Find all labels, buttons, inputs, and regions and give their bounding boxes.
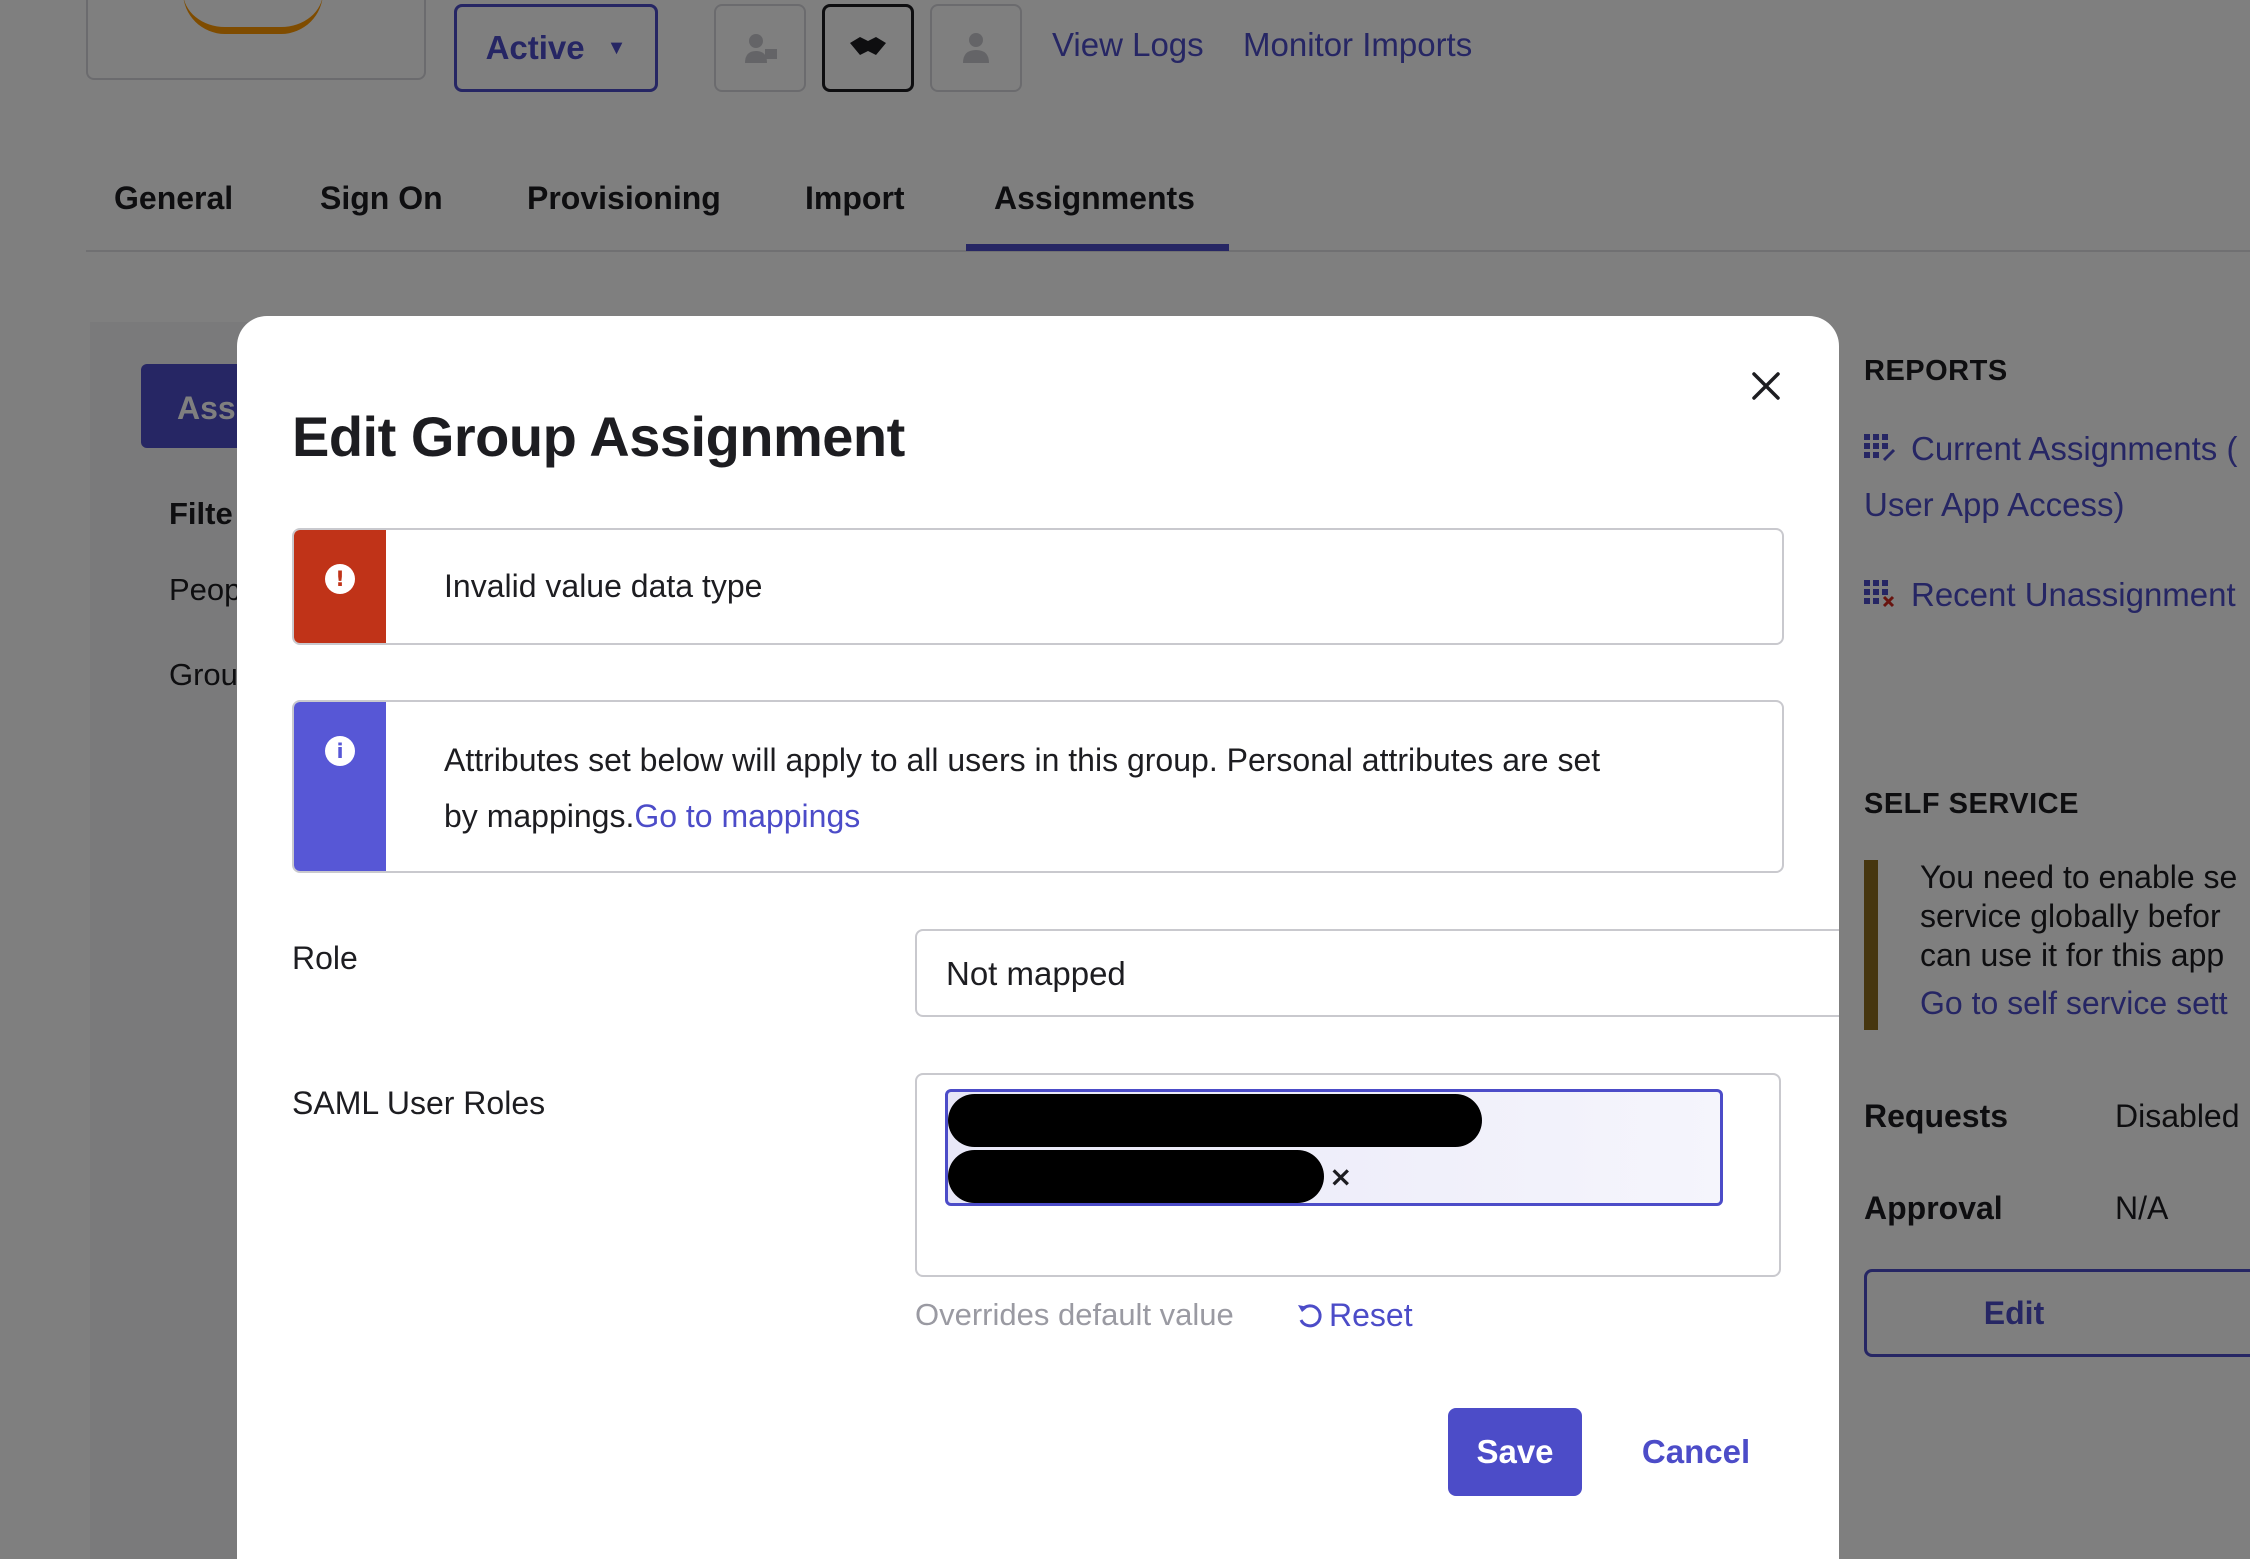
- redacted-role-value: [948, 1150, 1324, 1203]
- reset-icon: [1298, 1303, 1322, 1327]
- reset-label: Reset: [1329, 1297, 1413, 1333]
- overrides-default-hint: Overrides default value: [915, 1297, 1234, 1332]
- go-to-mappings-link[interactable]: Go to mappings: [634, 798, 860, 834]
- info-callout: i Attributes set below will apply to all…: [292, 700, 1784, 873]
- dialog-title: Edit Group Assignment: [292, 405, 905, 468]
- error-stripe: !: [294, 530, 386, 643]
- info-stripe: i: [294, 702, 386, 871]
- info-message: Attributes set below will apply to all u…: [444, 732, 1600, 844]
- save-button[interactable]: Save: [1448, 1408, 1582, 1496]
- error-message: Invalid value data type: [444, 568, 763, 604]
- chip-remove-icon[interactable]: ×: [1329, 1160, 1352, 1193]
- info-message-line1: Attributes set below will apply to all u…: [444, 742, 1601, 778]
- saml-user-roles-label: SAML User Roles: [292, 1085, 546, 1121]
- close-icon[interactable]: [1750, 370, 1782, 402]
- role-select[interactable]: Not mapped: [915, 929, 1839, 1017]
- cancel-button[interactable]: Cancel: [1620, 1408, 1772, 1496]
- error-callout: ! Invalid value data type: [292, 528, 1784, 645]
- error-icon: !: [325, 564, 355, 594]
- info-message-line2: by mappings.: [444, 798, 635, 834]
- redacted-role-value: [948, 1094, 1482, 1147]
- role-label: Role: [292, 940, 358, 976]
- reset-button[interactable]: Reset: [1295, 1297, 1413, 1334]
- info-icon: i: [325, 736, 355, 766]
